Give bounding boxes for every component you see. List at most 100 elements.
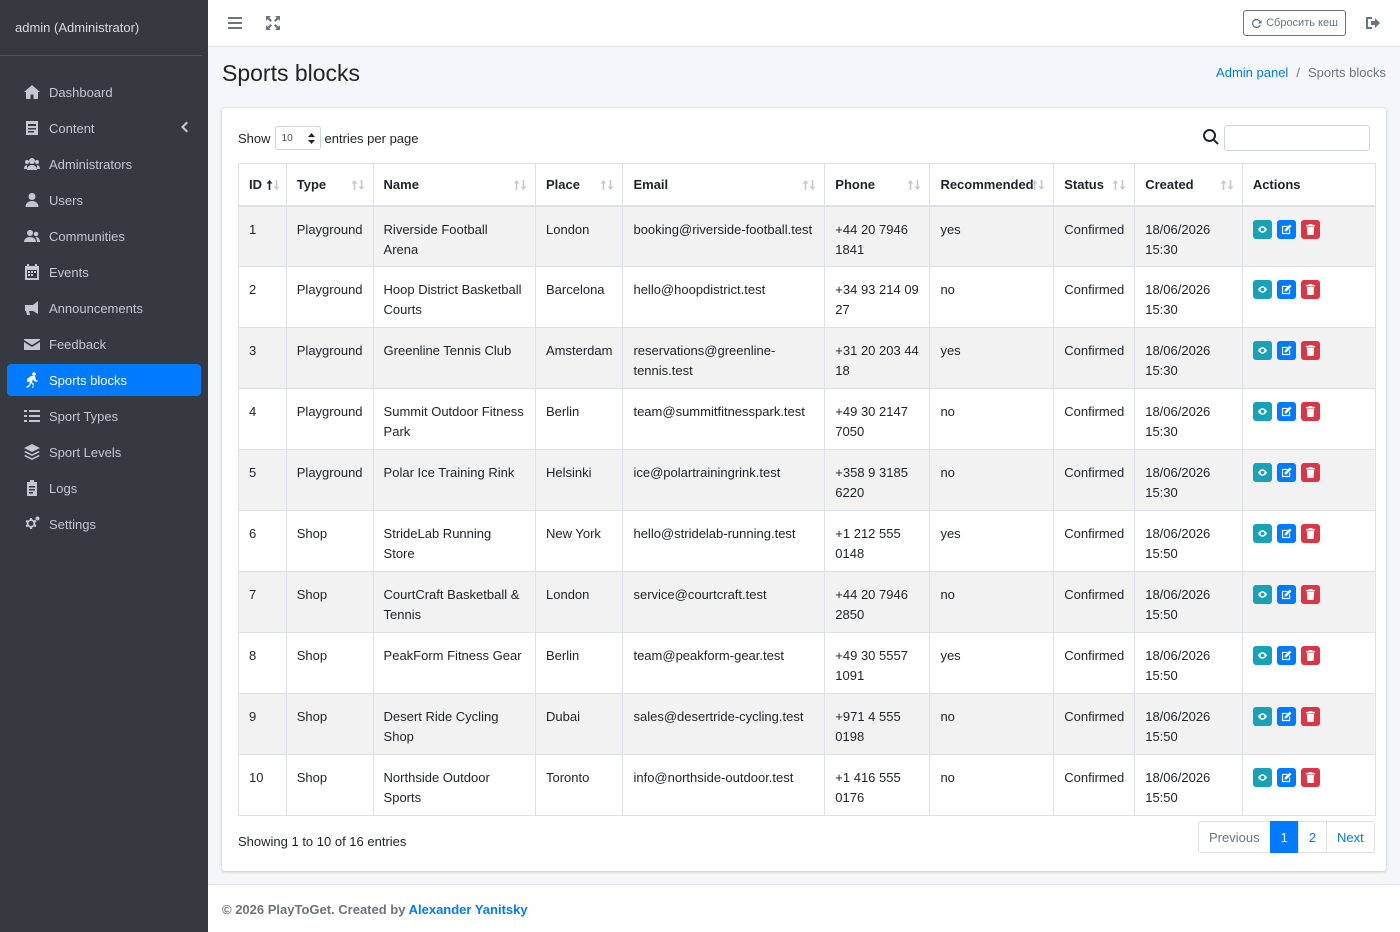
- view-button[interactable]: [1252, 463, 1272, 482]
- refresh-icon: [1252, 18, 1262, 28]
- column-header[interactable]: Email: [622, 163, 826, 207]
- column-header[interactable]: Recommended: [929, 163, 1055, 207]
- sidebar-item-administrators[interactable]: Administrators: [7, 148, 201, 180]
- sort-icon: [351, 179, 365, 191]
- sidebar-item-sport-levels[interactable]: Sport Levels: [7, 436, 201, 468]
- delete-button[interactable]: [1300, 707, 1320, 726]
- delete-button[interactable]: [1300, 524, 1320, 543]
- pagination-previous[interactable]: Previous: [1198, 821, 1271, 853]
- sidebar-item-content[interactable]: Content: [7, 112, 201, 144]
- sidebar-item-sport-types[interactable]: Sport Types: [7, 400, 201, 432]
- table-row: 7 Shop CourtCraft Basketball & Tennis Londo…: [238, 571, 1377, 633]
- sidebar-item-label: Communities: [49, 228, 125, 244]
- sidebar-item-settings[interactable]: Settings: [7, 508, 201, 540]
- view-button[interactable]: [1252, 402, 1272, 421]
- sidebar-item-events[interactable]: Events: [7, 256, 201, 288]
- delete-button[interactable]: [1300, 280, 1320, 299]
- sort-icon: [1031, 179, 1045, 191]
- entries-per-page-control: Show 10 entries per page: [238, 126, 418, 150]
- cell-email: hello@stridelab-running.test: [622, 510, 826, 572]
- trash-icon: [1305, 589, 1315, 600]
- eye-icon: [1257, 713, 1267, 720]
- cell-phone: +34 93 214 09 27: [824, 266, 931, 328]
- edit-button[interactable]: [1276, 585, 1296, 604]
- view-button[interactable]: [1252, 341, 1272, 360]
- reset-cache-button[interactable]: Сбросить кеш: [1243, 10, 1346, 36]
- table-row: 10 Shop Northside Outdoor Sports Toronto inf…: [238, 754, 1377, 816]
- column-header[interactable]: Phone: [824, 163, 931, 207]
- view-button[interactable]: [1252, 219, 1272, 239]
- cell-recommended: yes: [929, 205, 1055, 267]
- edit-button[interactable]: [1276, 280, 1296, 299]
- trash-icon: [1305, 528, 1315, 539]
- pagination-page-1[interactable]: 1: [1269, 821, 1299, 853]
- view-button[interactable]: [1252, 524, 1272, 543]
- footer-text: © 2026 PlayToGet. Created by: [222, 902, 406, 917]
- sort-icon: [907, 179, 921, 191]
- sidebar-item-dashboard[interactable]: Dashboard: [7, 76, 201, 108]
- table-row: 5 Playground Polar Ice Training Rink Helsin…: [238, 449, 1377, 511]
- column-header[interactable]: Place: [534, 163, 624, 207]
- delete-button[interactable]: [1300, 341, 1320, 360]
- logout-icon[interactable]: [1364, 14, 1382, 32]
- column-header[interactable]: ID: [238, 163, 287, 207]
- sidebar-item-users[interactable]: Users: [7, 184, 201, 216]
- cell-phone: +358 9 3185 6220: [824, 449, 931, 511]
- edit-button[interactable]: [1276, 524, 1296, 543]
- cell-email: hello@hoopdistrict.test: [622, 266, 826, 328]
- view-button[interactable]: [1252, 280, 1272, 299]
- delete-button[interactable]: [1300, 646, 1320, 665]
- footer-author-link[interactable]: Alexander Yanitsky: [409, 902, 528, 917]
- user-name[interactable]: admin (Administrator): [15, 20, 187, 35]
- view-button[interactable]: [1252, 707, 1272, 726]
- sidebar-item-label: Users: [49, 192, 83, 208]
- breadcrumb-separator: /: [1296, 65, 1300, 80]
- pagination-next[interactable]: Next: [1326, 821, 1375, 853]
- view-button[interactable]: [1252, 646, 1272, 665]
- search-input[interactable]: [1224, 125, 1370, 151]
- column-header[interactable]: Type: [285, 163, 374, 207]
- view-button[interactable]: [1252, 768, 1272, 787]
- entries-per-page-suffix: entries per page: [324, 130, 419, 146]
- breadcrumb-admin-panel-link[interactable]: Admin panel: [1216, 65, 1288, 80]
- edit-button[interactable]: [1276, 402, 1296, 421]
- edit-icon: [1281, 345, 1292, 356]
- cell-place: Berlin: [534, 632, 624, 694]
- column-header[interactable]: Name: [372, 163, 537, 207]
- edit-button[interactable]: [1276, 463, 1296, 482]
- sidebar-item-label: Sport Levels: [49, 444, 122, 460]
- reset-cache-label: Сбросить кеш: [1266, 17, 1338, 29]
- edit-button[interactable]: [1276, 219, 1296, 239]
- sidebar-item-feedback[interactable]: Feedback: [7, 328, 201, 360]
- delete-button[interactable]: [1300, 402, 1320, 421]
- table-row: 4 Playground Summit Outdoor Fitness Park Be…: [238, 388, 1377, 450]
- delete-button[interactable]: [1300, 585, 1320, 604]
- delete-button[interactable]: [1300, 219, 1320, 239]
- cell-phone: +1 212 555 0148: [824, 510, 931, 572]
- edit-button[interactable]: [1276, 341, 1296, 360]
- edit-button[interactable]: [1276, 646, 1296, 665]
- entries-per-page-select[interactable]: 10: [274, 126, 321, 150]
- fullscreen-icon[interactable]: [264, 14, 282, 32]
- cell-name: Northside Outdoor Sports: [372, 754, 537, 816]
- hamburger-menu-icon[interactable]: [226, 14, 244, 32]
- edit-icon: [1281, 467, 1292, 478]
- bullhorn-icon: [23, 300, 41, 316]
- view-button[interactable]: [1252, 585, 1272, 604]
- sidebar-item-sports-blocks[interactable]: Sports blocks: [7, 364, 201, 396]
- sidebar-item-communities[interactable]: Communities: [7, 220, 201, 252]
- cell-actions: [1241, 632, 1377, 694]
- home-icon: [23, 84, 41, 100]
- column-header[interactable]: Created: [1134, 163, 1243, 207]
- delete-button[interactable]: [1300, 768, 1320, 787]
- sort-icon: [1112, 179, 1126, 191]
- sidebar-item-announcements[interactable]: Announcements: [7, 292, 201, 324]
- edit-button[interactable]: [1276, 707, 1296, 726]
- edit-button[interactable]: [1276, 768, 1296, 787]
- pagination-page-2[interactable]: 2: [1297, 821, 1328, 853]
- column-header[interactable]: Status: [1053, 163, 1136, 207]
- eye-icon: [1257, 225, 1267, 233]
- delete-button[interactable]: [1300, 463, 1320, 482]
- cell-status: Confirmed: [1053, 266, 1136, 328]
- sidebar-item-logs[interactable]: Logs: [7, 472, 201, 504]
